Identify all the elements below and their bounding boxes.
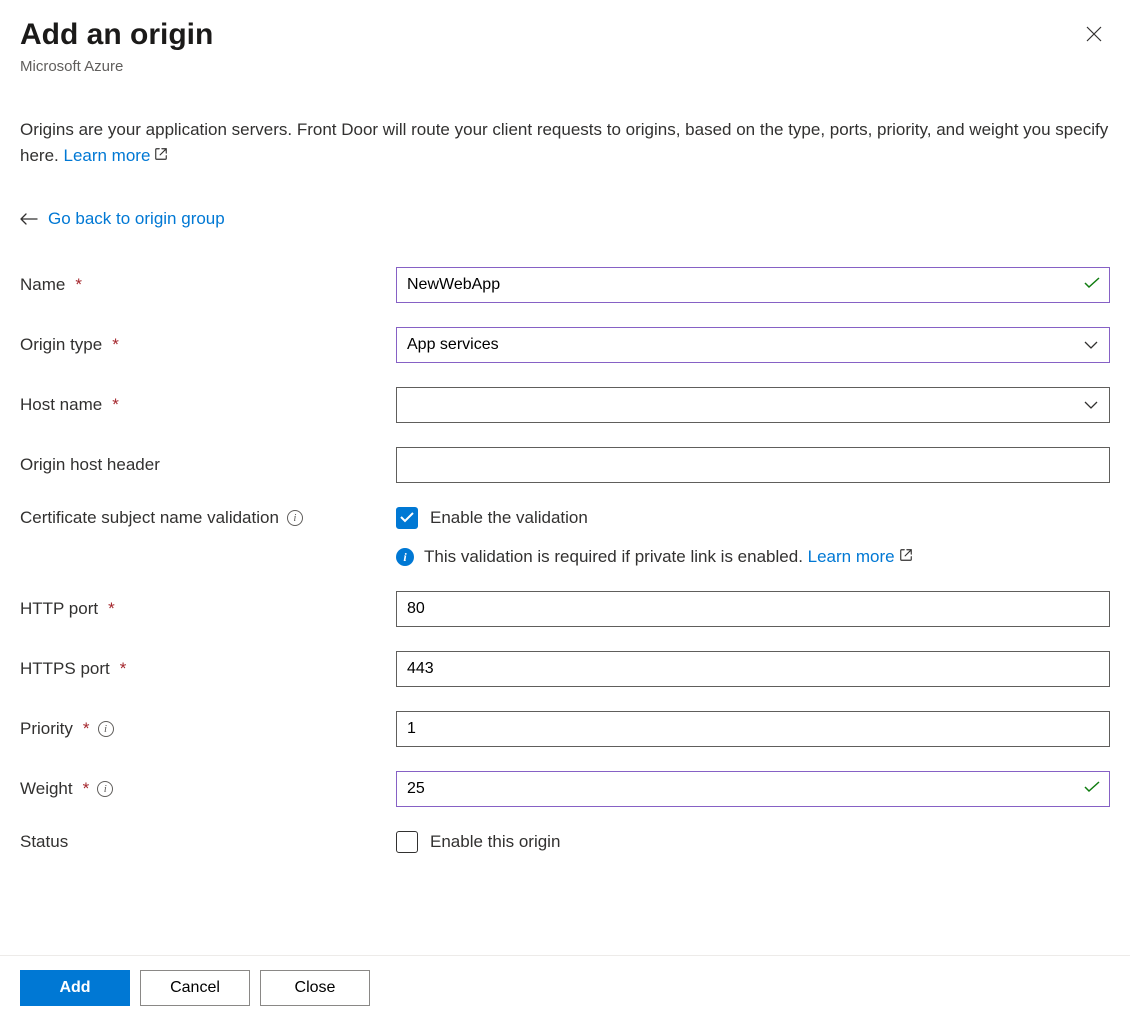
origin-type-select[interactable] — [396, 327, 1110, 363]
checkmark-icon — [1084, 780, 1100, 798]
enable-origin-label: Enable this origin — [430, 832, 560, 852]
origin-host-header-label: Origin host header — [20, 455, 160, 475]
back-link[interactable]: Go back to origin group — [48, 209, 225, 229]
validation-note: i This validation is required if private… — [396, 547, 1110, 568]
http-port-input[interactable] — [396, 591, 1110, 627]
name-input[interactable] — [396, 267, 1110, 303]
required-indicator: * — [83, 779, 90, 799]
page-title: Add an origin — [20, 18, 213, 52]
enable-validation-label: Enable the validation — [430, 508, 588, 528]
info-icon[interactable]: i — [287, 510, 303, 526]
external-link-icon — [899, 547, 913, 567]
info-icon[interactable]: i — [98, 721, 114, 737]
https-port-label: HTTPS port — [20, 659, 110, 679]
enable-validation-checkbox[interactable] — [396, 507, 418, 529]
required-indicator: * — [83, 719, 90, 739]
validation-note-text: This validation is required if private l… — [424, 547, 808, 566]
info-badge-icon: i — [396, 548, 414, 566]
https-port-input[interactable] — [396, 651, 1110, 687]
page-subtitle: Microsoft Azure — [20, 58, 213, 75]
cancel-button[interactable]: Cancel — [140, 970, 250, 1006]
learn-more-link[interactable]: Learn more — [63, 146, 168, 165]
validation-learn-more-link[interactable]: Learn more — [808, 547, 913, 566]
close-button[interactable]: Close — [260, 970, 370, 1006]
required-indicator: * — [108, 599, 115, 619]
required-indicator: * — [112, 395, 119, 415]
back-arrow-icon — [20, 210, 38, 230]
enable-origin-checkbox[interactable] — [396, 831, 418, 853]
checkmark-icon — [1084, 276, 1100, 294]
required-indicator: * — [112, 335, 119, 355]
cert-validation-label: Certificate subject name validation — [20, 508, 279, 528]
required-indicator: * — [75, 275, 82, 295]
origin-type-label: Origin type — [20, 335, 102, 355]
priority-input[interactable] — [396, 711, 1110, 747]
description-body: Origins are your application servers. Fr… — [20, 120, 1108, 165]
required-indicator: * — [120, 659, 127, 679]
origin-host-header-input[interactable] — [396, 447, 1110, 483]
host-name-label: Host name — [20, 395, 102, 415]
host-name-select[interactable] — [396, 387, 1110, 423]
status-label: Status — [20, 832, 68, 852]
info-icon[interactable]: i — [97, 781, 113, 797]
description-text: Origins are your application servers. Fr… — [20, 117, 1110, 169]
external-link-icon — [154, 143, 168, 169]
http-port-label: HTTP port — [20, 599, 98, 619]
priority-label: Priority — [20, 719, 73, 739]
name-label: Name — [20, 275, 65, 295]
weight-input[interactable] — [396, 771, 1110, 807]
weight-label: Weight — [20, 779, 73, 799]
close-icon[interactable] — [1078, 18, 1110, 55]
add-button[interactable]: Add — [20, 970, 130, 1006]
